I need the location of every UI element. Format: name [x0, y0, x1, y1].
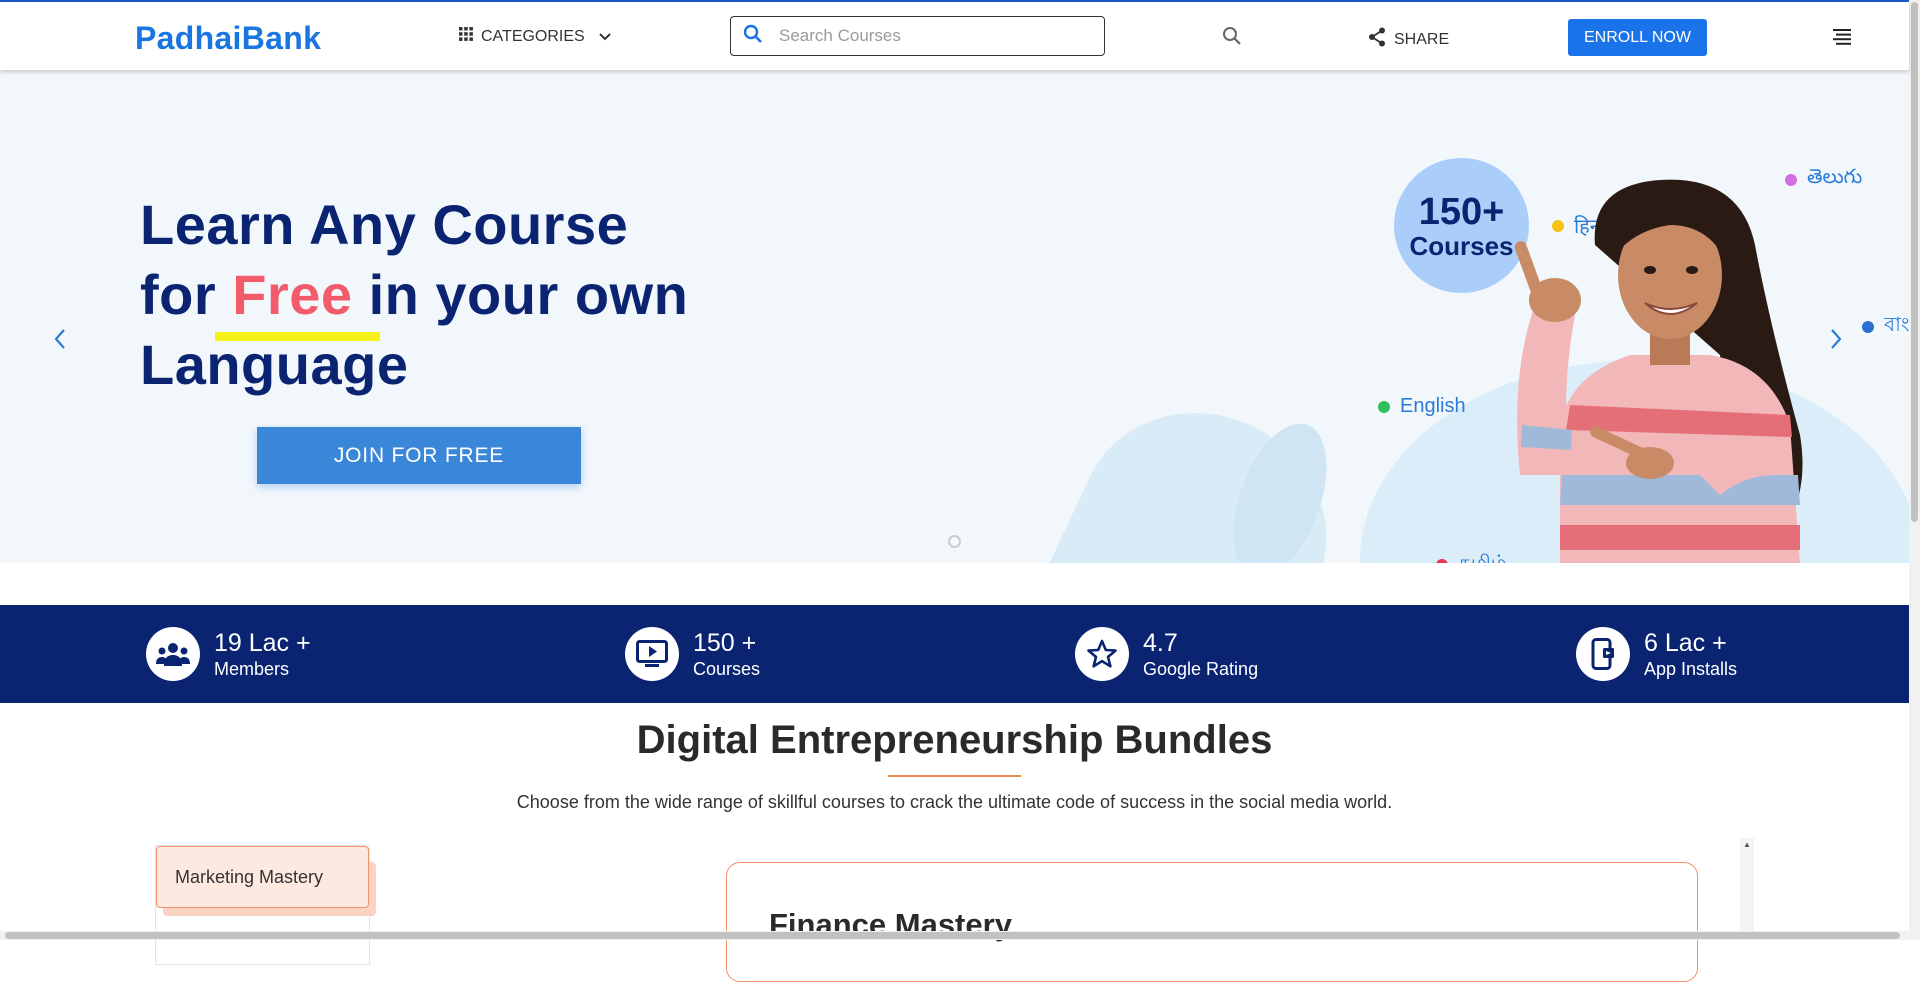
stat-rating: 4.7 Google Rating [1075, 627, 1258, 681]
language-label: English [1400, 395, 1466, 417]
share-button[interactable]: SHARE [1368, 27, 1449, 52]
mobile-app-icon [1576, 627, 1630, 681]
group-icon [146, 627, 200, 681]
enroll-now-button[interactable]: ENROLL NOW [1568, 19, 1707, 56]
stat-value: 19 Lac + [214, 629, 311, 657]
categories-menu[interactable]: CATEGORIES [459, 27, 611, 46]
search-button[interactable] [1222, 26, 1242, 51]
share-icon [1368, 27, 1386, 52]
language-label: বাং [1884, 314, 1909, 336]
stat-value: 6 Lac + [1644, 629, 1727, 657]
search-icon [1223, 27, 1241, 45]
stat-value: 150 + [693, 629, 757, 657]
video-play-icon [625, 627, 679, 681]
carousel-dot[interactable] [948, 535, 961, 548]
carousel-prev-button[interactable] [54, 328, 66, 355]
stat-caption: App Installs [1644, 659, 1738, 679]
highlight-underline [215, 332, 380, 341]
horizontal-scrollbar[interactable] [0, 931, 1909, 940]
chevron-left-icon [54, 329, 65, 349]
bundle-card[interactable]: Finance Mastery [726, 862, 1698, 982]
badge-number: 150+ [1418, 190, 1505, 233]
hero-heading-for: for [140, 263, 217, 326]
section-title: Digital Entrepreneurship Bundles [636, 718, 1273, 762]
categories-label: CATEGORIES [481, 27, 585, 45]
stat-value: 4.7 [1143, 629, 1178, 657]
hero-heading-rest: in your own [368, 263, 689, 326]
stat-members: 19 Lac + Members [146, 627, 311, 681]
tab-marketing-mastery[interactable]: Marketing Mastery [156, 846, 369, 908]
share-label: SHARE [1394, 30, 1450, 48]
language-dot [1436, 558, 1448, 563]
language-tag-tamil: தமிழ் [1436, 552, 1507, 563]
chevron-down-icon [599, 28, 611, 46]
search-input[interactable] [777, 25, 1077, 47]
stat-caption: Courses [693, 659, 761, 679]
scrollbar-thumb[interactable] [1911, 2, 1918, 522]
section-subtitle: Choose from the wide range of skillful c… [516, 792, 1393, 812]
language-tag-english: English [1378, 395, 1466, 418]
hero-heading-line1: Learn Any Course [140, 193, 629, 256]
smiling-student-illustration [1514, 179, 1803, 563]
site-header: PadhaiBank CATEGORIES SHARE ENROLL NOW [0, 2, 1909, 70]
stats-bar: 19 Lac + Members 150 + Courses 4.7 Googl… [0, 605, 1909, 703]
language-dot [1378, 400, 1390, 413]
page-scrollbar[interactable] [1909, 0, 1920, 940]
hero-heading-line2: for Free in your own [140, 260, 760, 330]
scrollbar-thumb[interactable] [5, 932, 1900, 939]
scroll-up-icon[interactable]: ▲ [1743, 840, 1751, 849]
join-for-free-button[interactable]: JOIN FOR FREE [257, 427, 581, 484]
site-logo[interactable]: PadhaiBank [135, 20, 321, 57]
grid-icon [459, 27, 473, 46]
hero-heading: Learn Any Course for Free in your own La… [140, 190, 760, 400]
star-icon [1075, 627, 1129, 681]
badge-label: Courses [1409, 230, 1514, 261]
section-title-underline [888, 775, 1021, 777]
search-icon [743, 24, 763, 49]
hamburger-menu-icon [1833, 29, 1851, 45]
menu-button[interactable] [1833, 29, 1851, 50]
stat-caption: Members [214, 659, 290, 679]
search-box [730, 16, 1105, 56]
stat-caption: Google Rating [1143, 659, 1259, 679]
hero-heading-free: Free [232, 263, 353, 326]
stat-installs: 6 Lac + App Installs [1576, 627, 1737, 681]
inner-scrollbar[interactable]: ▲ [1740, 838, 1754, 940]
stat-courses: 150 + Courses [625, 627, 760, 681]
hero-banner: Learn Any Course for Free in your own La… [0, 70, 1909, 563]
